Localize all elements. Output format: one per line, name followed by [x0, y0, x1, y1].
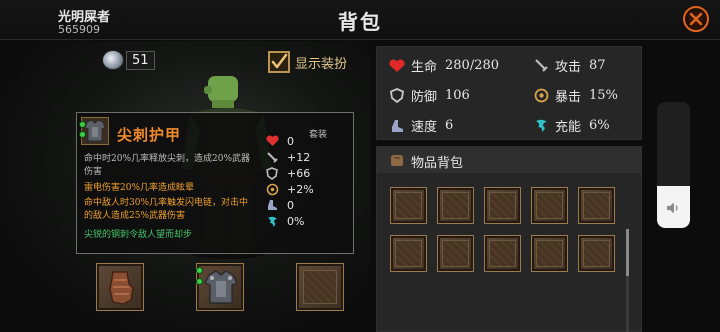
item-stat-crit: +2%	[265, 181, 351, 197]
armor-slot[interactable]	[196, 263, 244, 311]
top-bar: 光明屎者 565909 背包	[0, 0, 720, 40]
gauntlet-icon	[109, 271, 134, 305]
inventory-slot[interactable]	[484, 235, 521, 272]
socket-gem	[79, 131, 86, 138]
checkmark-icon	[271, 53, 288, 69]
player-id: 565909	[58, 23, 100, 36]
stat-crit: 暴击 15%	[533, 86, 618, 105]
stat-speed-label: 速度	[411, 120, 438, 135]
close-button[interactable]	[683, 6, 709, 32]
stat-hp-value: 280/280	[445, 58, 500, 73]
stat-attack-label: 攻击	[555, 60, 582, 75]
inventory-slot[interactable]	[578, 235, 615, 272]
stat-speed: 速度 6	[389, 116, 453, 135]
item-stat-energy: 0%	[265, 213, 351, 229]
inventory-slot[interactable]	[390, 187, 427, 224]
crit-icon	[533, 88, 549, 104]
inventory-slot[interactable]	[531, 235, 568, 272]
armor-icon	[204, 270, 238, 304]
inventory-panel: 物品背包	[376, 146, 642, 332]
speaker-icon	[667, 202, 678, 214]
item-stat-value: +66	[287, 166, 311, 180]
shield-icon	[265, 166, 279, 180]
inventory-slot[interactable]	[531, 187, 568, 224]
item-stat-value: +2%	[287, 182, 314, 196]
energy-icon	[265, 214, 279, 228]
inventory-header: 物品背包	[377, 147, 641, 173]
item-stat-value: 0	[287, 198, 294, 212]
stat-charge-value: 6%	[589, 118, 610, 133]
socket-gem	[196, 267, 203, 274]
boot-icon	[265, 198, 279, 212]
inventory-slot[interactable]	[578, 187, 615, 224]
stat-speed-value: 6	[445, 118, 454, 133]
item-tooltip: 尖刺护甲 套装 命中时20%几率释放尖刺，造成20%武器伤害 雷电伤害20%几率…	[76, 112, 354, 254]
page-title: 背包	[338, 10, 382, 34]
sword-icon	[533, 58, 549, 74]
socket-gem	[196, 278, 203, 285]
volume-slider[interactable]	[657, 102, 690, 228]
inventory-slot[interactable]	[437, 235, 474, 272]
item-stat-hp: 0	[265, 133, 351, 149]
inventory-scrollbar[interactable]	[626, 229, 629, 332]
item-effect: 命中敌人时30%几率触发闪电链，对击中的敌人造成25%武器伤害	[84, 198, 249, 221]
item-stat-value: 0	[287, 134, 294, 148]
stat-charge-label: 充能	[555, 120, 582, 135]
item-stat-value: +12	[287, 150, 311, 164]
currency-count: 51	[126, 50, 155, 70]
stat-crit-value: 15%	[589, 88, 618, 103]
stat-attack-value: 87	[589, 58, 606, 73]
currency-display: 51	[102, 50, 155, 70]
stats-panel: 生命 280/280 攻击 87 防御 106 暴击 15% 速度 6 充能 6…	[376, 46, 642, 140]
crit-icon	[265, 182, 279, 196]
item-stat-defense: +66	[265, 165, 351, 181]
boot-icon	[389, 118, 405, 134]
armor-thumbnail	[79, 117, 109, 145]
stat-charge: 充能 6%	[533, 116, 610, 135]
stat-hp-label: 生命	[411, 60, 438, 75]
show-equipment-label: 显示装扮	[295, 56, 348, 72]
inventory-title: 物品背包	[411, 156, 464, 171]
inventory-scroll-thumb[interactable]	[626, 229, 629, 276]
armor-icon	[84, 119, 106, 142]
heart-icon	[389, 58, 405, 74]
stat-attack: 攻击 87	[533, 56, 606, 75]
gauntlet-slot[interactable]	[96, 263, 144, 311]
empty-slot-frame	[303, 270, 337, 304]
sword-icon	[265, 150, 279, 164]
item-description: 命中时20%几率释放尖刺，造成20%武器伤害	[84, 154, 251, 177]
inventory-slot[interactable]	[484, 187, 521, 224]
inventory-slot[interactable]	[437, 187, 474, 224]
item-stat-speed: 0	[265, 197, 351, 213]
heart-icon	[265, 134, 279, 148]
item-stat-value: 0%	[287, 214, 305, 228]
stat-defense-label: 防御	[411, 90, 438, 105]
silver-coin-icon	[102, 50, 124, 70]
socket-gem	[79, 121, 86, 128]
stat-hp: 生命 280/280	[389, 56, 499, 75]
stat-defense: 防御 106	[389, 86, 470, 105]
show-equipment-checkbox[interactable]	[268, 51, 290, 73]
item-stats: 0 +12 +66 +2% 0 0%	[265, 133, 351, 229]
item-effect: 雷电伤害20%几率造成眩晕	[84, 183, 195, 193]
close-icon	[689, 12, 703, 26]
item-flavor-text: 尖锐的钢刺令敌人望而却步	[84, 230, 193, 240]
inventory-slot[interactable]	[390, 235, 427, 272]
right-panel: 生命 280/280 攻击 87 防御 106 暴击 15% 速度 6 充能 6…	[376, 46, 644, 332]
stat-crit-label: 暴击	[555, 90, 582, 105]
energy-icon	[533, 118, 549, 134]
item-name: 尖刺护甲	[117, 126, 182, 144]
empty-slot[interactable]	[296, 263, 344, 311]
bag-icon	[391, 155, 403, 166]
stat-defense-value: 106	[445, 88, 470, 103]
item-stat-attack: +12	[265, 149, 351, 165]
shield-icon	[389, 88, 405, 104]
show-equipment-toggle[interactable]: 显示装扮	[268, 51, 347, 73]
